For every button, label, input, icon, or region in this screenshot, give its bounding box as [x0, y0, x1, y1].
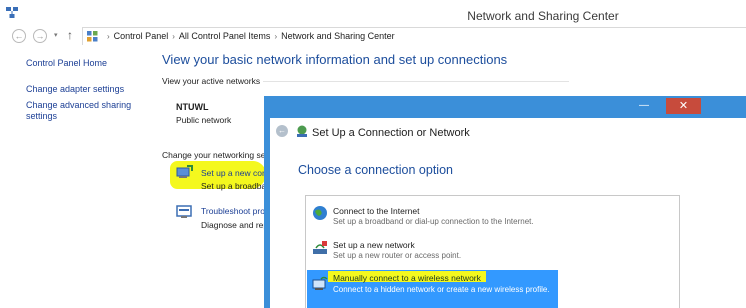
address-box[interactable]: › Control Panel › All Control Panel Items › N…	[82, 27, 746, 45]
globe-icon	[313, 206, 327, 220]
option-manual-wireless-desc: Connect to a hidden network or create a …	[333, 285, 550, 294]
control-panel-home-link[interactable]: Control Panel Home	[26, 58, 107, 69]
troubleshoot-desc: Diagnose and rep	[201, 220, 269, 230]
option-new-network[interactable]: Set up a new network	[333, 240, 415, 250]
change-adapter-settings-link[interactable]: Change adapter settings	[26, 84, 124, 95]
dialog-back-button[interactable]: ←	[276, 125, 288, 137]
option-connect-internet-desc: Set up a broadband or dial-up connection…	[333, 217, 534, 226]
recent-locations-dropdown[interactable]: ▾	[54, 31, 58, 39]
dialog-heading: Choose a connection option	[298, 163, 453, 177]
breadcrumb-all-items[interactable]: All Control Panel Items	[179, 31, 271, 41]
router-icon	[313, 241, 327, 254]
network-type: Public network	[176, 115, 232, 125]
active-networks-label: View your active networks	[162, 76, 261, 86]
breadcrumb: › Control Panel › All Control Panel Items › N…	[103, 31, 395, 41]
breadcrumb-separator: ›	[274, 32, 278, 41]
dialog-title: Set Up a Connection or Network	[312, 127, 470, 139]
setup-connection-link[interactable]: Set up a new con	[201, 168, 267, 178]
wireless-computer-icon	[312, 276, 328, 290]
new-connection-icon	[176, 165, 193, 178]
option-connect-internet[interactable]: Connect to the Internet	[333, 206, 419, 216]
troubleshoot-link[interactable]: Troubleshoot pro	[201, 206, 265, 216]
option-manual-wireless[interactable]: Manually connect to a wireless network	[333, 273, 481, 283]
window-titlebar: Network and Sharing Center	[0, 0, 746, 28]
option-new-network-desc: Set up a new router or access point.	[333, 251, 462, 260]
dialog-close-button[interactable]: ✕	[666, 98, 701, 114]
breadcrumb-separator: ›	[107, 32, 110, 41]
setup-connection-desc: Set up a broadban	[201, 181, 271, 191]
forward-button[interactable]: →	[33, 29, 47, 43]
breadcrumb-control-panel[interactable]: Control Panel	[114, 31, 169, 41]
page-title: View your basic network information and …	[162, 52, 508, 67]
section-divider	[263, 81, 569, 82]
control-panel-icon	[87, 31, 98, 42]
back-button[interactable]: ←	[12, 29, 26, 43]
minimize-button[interactable]: —	[639, 100, 649, 111]
change-settings-label: Change your networking se	[162, 150, 266, 160]
network-setup-icon	[297, 125, 307, 137]
address-bar: ← → ▾ ↑ › Control Panel › All Control Panel…	[0, 26, 746, 46]
breadcrumb-network-sharing[interactable]: Network and Sharing Center	[281, 31, 395, 41]
network-name: NTUWL	[176, 102, 209, 112]
troubleshoot-icon	[176, 205, 192, 218]
change-advanced-sharing-link[interactable]: Change advanced sharing settings	[26, 100, 136, 122]
breadcrumb-separator: ›	[172, 32, 175, 41]
window-title: Network and Sharing Center	[467, 9, 619, 23]
up-button[interactable]: ↑	[67, 28, 73, 42]
